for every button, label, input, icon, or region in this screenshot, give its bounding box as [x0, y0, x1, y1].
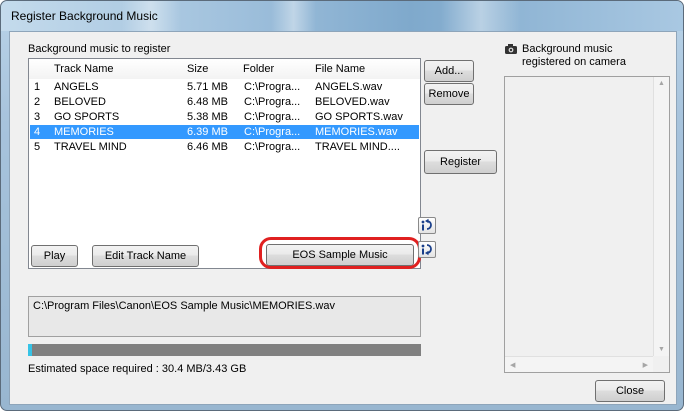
move-up-icon: [421, 218, 432, 231]
estimated-space-label: Estimated space required : 30.4 MB/3.43 …: [28, 363, 247, 375]
background-music-on-camera-heading: Background music: [522, 43, 613, 55]
dialog-client-area: Background music to register Track Name …: [9, 31, 677, 405]
track-row[interactable]: 1 ANGELS 5.71 MB C:\Progra... ANGELS.wav: [30, 80, 419, 94]
track-file-name: GO SPORTS.wav: [315, 111, 403, 123]
column-header-file-name[interactable]: File Name: [315, 63, 365, 75]
track-size: 5.71 MB: [187, 81, 228, 93]
track-folder: C:\Progra...: [244, 81, 301, 93]
track-size: 6.46 MB: [187, 141, 228, 153]
track-row-selected[interactable]: 4 MEMORIES 6.39 MB C:\Progra... MEMORIES…: [30, 125, 419, 139]
column-header-folder[interactable]: Folder: [243, 63, 274, 75]
move-up-button[interactable]: [418, 217, 436, 234]
camera-list-vertical-scrollbar[interactable]: ▲ ▼: [653, 77, 669, 356]
track-number: 3: [34, 111, 41, 123]
selected-file-path: C:\Program Files\Canon\EOS Sample Music\…: [33, 300, 335, 312]
track-folder: C:\Progra...: [244, 141, 301, 153]
track-number: 1: [34, 81, 41, 93]
track-size: 6.48 MB: [187, 96, 228, 108]
track-size: 6.39 MB: [187, 126, 228, 138]
scroll-down-arrow-icon[interactable]: ▼: [658, 346, 665, 353]
track-size: 5.38 MB: [187, 111, 228, 123]
scroll-up-arrow-icon[interactable]: ▲: [658, 80, 665, 87]
eos-sample-music-highlight-ring: [259, 237, 421, 269]
registered-on-camera-heading: registered on camera: [522, 56, 626, 68]
track-file-name: MEMORIES.wav: [315, 126, 398, 138]
selected-file-path-box: C:\Program Files\Canon\EOS Sample Music\…: [28, 296, 421, 337]
track-number: 2: [34, 96, 41, 108]
column-header-track-name[interactable]: Track Name: [54, 63, 114, 75]
track-row[interactable]: 5 TRAVEL MIND 6.46 MB C:\Progra... TRAVE…: [30, 140, 419, 154]
scroll-left-arrow-icon[interactable]: ◀: [510, 361, 515, 369]
track-number: 5: [34, 141, 41, 153]
move-down-icon: [421, 244, 432, 256]
scroll-right-arrow-icon[interactable]: ▶: [643, 361, 648, 369]
camera-music-list[interactable]: ▲ ▼ ◀ ▶: [504, 76, 670, 373]
track-list-header: Track Name Size Folder File Name: [29, 59, 420, 79]
title-bar-glass-streak: [441, 1, 521, 31]
track-name: MEMORIES: [54, 126, 114, 138]
track-folder: C:\Progra...: [244, 96, 301, 108]
move-down-button[interactable]: [418, 241, 436, 258]
remove-button[interactable]: Remove: [424, 83, 474, 105]
track-name: TRAVEL MIND: [54, 141, 127, 153]
track-number: 4: [34, 126, 41, 138]
track-folder: C:\Progra...: [244, 126, 301, 138]
add-button[interactable]: Add...: [424, 60, 474, 82]
space-required-progress-fill: [28, 344, 32, 356]
title-bar[interactable]: Register Background Music: [1, 1, 683, 31]
track-row[interactable]: 2 BELOVED 6.48 MB C:\Progra... BELOVED.w…: [30, 95, 419, 109]
track-file-name: TRAVEL MIND....: [315, 141, 400, 153]
track-file-name: ANGELS.wav: [315, 81, 383, 93]
track-name: BELOVED: [54, 96, 106, 108]
track-file-name: BELOVED.wav: [315, 96, 390, 108]
edit-track-name-button[interactable]: Edit Track Name: [92, 245, 199, 267]
camera-list-horizontal-scrollbar[interactable]: ◀ ▶: [505, 356, 653, 372]
space-required-progress-bar: [28, 344, 421, 356]
track-row[interactable]: 3 GO SPORTS 5.38 MB C:\Progra... GO SPOR…: [30, 110, 419, 124]
title-bar-glass-streak: [271, 1, 316, 31]
track-name: GO SPORTS: [54, 111, 120, 123]
window-title: Register Background Music: [11, 9, 158, 23]
play-button[interactable]: Play: [31, 245, 78, 267]
register-button[interactable]: Register: [424, 150, 497, 174]
track-name: ANGELS: [54, 81, 99, 93]
background-music-to-register-label: Background music to register: [28, 43, 171, 55]
camera-icon: [504, 43, 518, 55]
track-folder: C:\Progra...: [244, 111, 301, 123]
register-background-music-window: Register Background Music Background mus…: [0, 0, 684, 411]
close-button[interactable]: Close: [595, 380, 665, 402]
column-header-size[interactable]: Size: [187, 63, 208, 75]
